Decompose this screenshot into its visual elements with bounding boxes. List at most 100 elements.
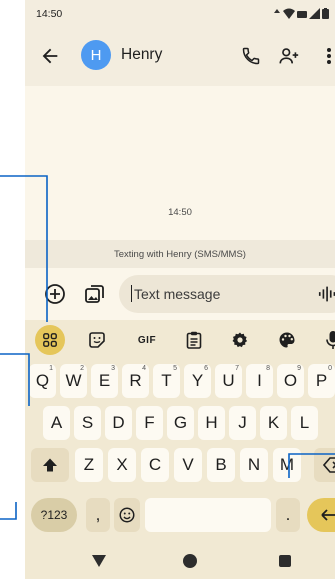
key-number-hint: 8 <box>266 365 270 372</box>
key-g[interactable]: G <box>167 406 194 440</box>
emoji-key[interactable] <box>114 498 140 532</box>
key-label: W <box>65 371 82 390</box>
backspace-icon <box>323 457 335 473</box>
status-bar: 14:50 <box>25 0 335 26</box>
grid-glyph-icon <box>43 333 57 347</box>
contact-name[interactable]: Henry <box>121 46 162 64</box>
clipboard-glyph-icon <box>186 331 202 349</box>
key-z[interactable]: Z <box>75 448 103 482</box>
key-number-hint: 7 <box>235 365 239 372</box>
shift-key[interactable] <box>31 448 69 482</box>
enter-key[interactable] <box>307 498 335 532</box>
sms-info-text: Texting with Henry (SMS/MMS) <box>114 249 246 260</box>
conversation-app-bar: H Henry <box>25 26 335 86</box>
more-vert-icon[interactable] <box>323 44 335 68</box>
data-icon <box>297 10 307 18</box>
key-d[interactable]: D <box>105 406 132 440</box>
key-h[interactable]: H <box>198 406 225 440</box>
backspace-key[interactable] <box>314 448 335 482</box>
key-label: T <box>161 371 172 390</box>
settings-icon[interactable] <box>228 328 252 352</box>
palette-icon[interactable] <box>275 328 299 352</box>
key-label: Q <box>35 371 50 390</box>
key-number-hint: 6 <box>204 365 208 372</box>
sms-info-bar: Texting with Henry (SMS/MMS) <box>25 240 335 268</box>
apps-grid-icon[interactable] <box>35 325 65 355</box>
shift-icon <box>43 458 57 472</box>
phone-screen: 14:50 H Henry 14:50 Texting with Henry (… <box>25 0 335 579</box>
key-label: P <box>315 371 328 390</box>
avatar[interactable]: H <box>81 40 111 70</box>
key-number-hint: 4 <box>142 365 146 372</box>
add-circle-icon[interactable] <box>43 282 67 306</box>
key-i[interactable]: I8 <box>246 364 273 398</box>
key-x[interactable]: X <box>108 448 136 482</box>
key-b[interactable]: B <box>207 448 235 482</box>
key-number-hint: 9 <box>297 365 301 372</box>
key-j[interactable]: J <box>229 406 256 440</box>
keyboard-toolbar: GIF <box>25 320 335 360</box>
comma-key[interactable]: , <box>86 498 110 532</box>
key-label: U <box>222 371 235 390</box>
key-label: I <box>257 371 262 390</box>
arrow-back-icon[interactable] <box>39 45 61 67</box>
nav-home-icon[interactable] <box>183 554 197 568</box>
key-label: O <box>283 371 298 390</box>
conversation-area: 14:50 <box>25 86 335 240</box>
key-t[interactable]: T5 <box>153 364 180 398</box>
key-w[interactable]: W2 <box>60 364 87 398</box>
key-s[interactable]: S <box>74 406 101 440</box>
key-number-hint: 1 <box>49 365 53 372</box>
mic-glyph-icon <box>326 331 335 349</box>
phone-icon[interactable] <box>241 46 261 66</box>
key-k[interactable]: K <box>260 406 287 440</box>
gear-glyph-icon <box>232 332 248 348</box>
key-n[interactable]: N <box>240 448 268 482</box>
key-label: E <box>98 371 111 390</box>
wifi-icon <box>283 8 295 19</box>
message-input[interactable]: Text message <box>119 275 335 313</box>
symbols-key[interactable]: ?123 <box>31 498 77 532</box>
key-r[interactable]: R4 <box>122 364 149 398</box>
key-number-hint: 0 <box>328 365 332 372</box>
key-o[interactable]: O9 <box>277 364 304 398</box>
key-y[interactable]: Y6 <box>184 364 211 398</box>
emoji-key-icon <box>119 507 135 523</box>
system-nav-bar <box>25 544 335 579</box>
nav-back-icon[interactable] <box>92 555 106 567</box>
key-m[interactable]: M <box>273 448 301 482</box>
compose-bar: Text message <box>25 268 335 320</box>
key-label: R <box>129 371 142 390</box>
sync-icon <box>274 9 280 13</box>
enter-icon <box>321 509 335 521</box>
key-a[interactable]: A <box>43 406 70 440</box>
key-e[interactable]: E3 <box>91 364 118 398</box>
status-time: 14:50 <box>36 8 63 20</box>
sticker-icon[interactable] <box>85 328 109 352</box>
gif-button[interactable]: GIF <box>133 328 161 352</box>
battery-icon <box>322 7 329 19</box>
key-number-hint: 5 <box>173 365 177 372</box>
key-q[interactable]: Q1 <box>29 364 56 398</box>
space-bar[interactable] <box>145 498 271 532</box>
mic-icon[interactable] <box>321 328 335 352</box>
gallery-icon[interactable] <box>83 282 107 306</box>
voice-icon[interactable] <box>317 284 335 304</box>
key-c[interactable]: C <box>141 448 169 482</box>
add-person-icon[interactable] <box>278 45 300 67</box>
callout-line-symbols <box>0 502 17 520</box>
key-l[interactable]: L <box>291 406 318 440</box>
key-u[interactable]: U7 <box>215 364 242 398</box>
message-placeholder: Text message <box>134 286 221 302</box>
palette-glyph-icon <box>279 332 295 348</box>
clipboard-icon[interactable] <box>182 328 206 352</box>
nav-recents-icon[interactable] <box>279 555 291 567</box>
key-v[interactable]: V <box>174 448 202 482</box>
text-cursor <box>131 285 132 302</box>
key-f[interactable]: F <box>136 406 163 440</box>
period-key[interactable]: . <box>276 498 300 532</box>
status-icons <box>273 7 329 19</box>
key-number-hint: 3 <box>111 365 115 372</box>
avatar-letter: H <box>90 46 102 64</box>
key-p[interactable]: P0 <box>308 364 335 398</box>
